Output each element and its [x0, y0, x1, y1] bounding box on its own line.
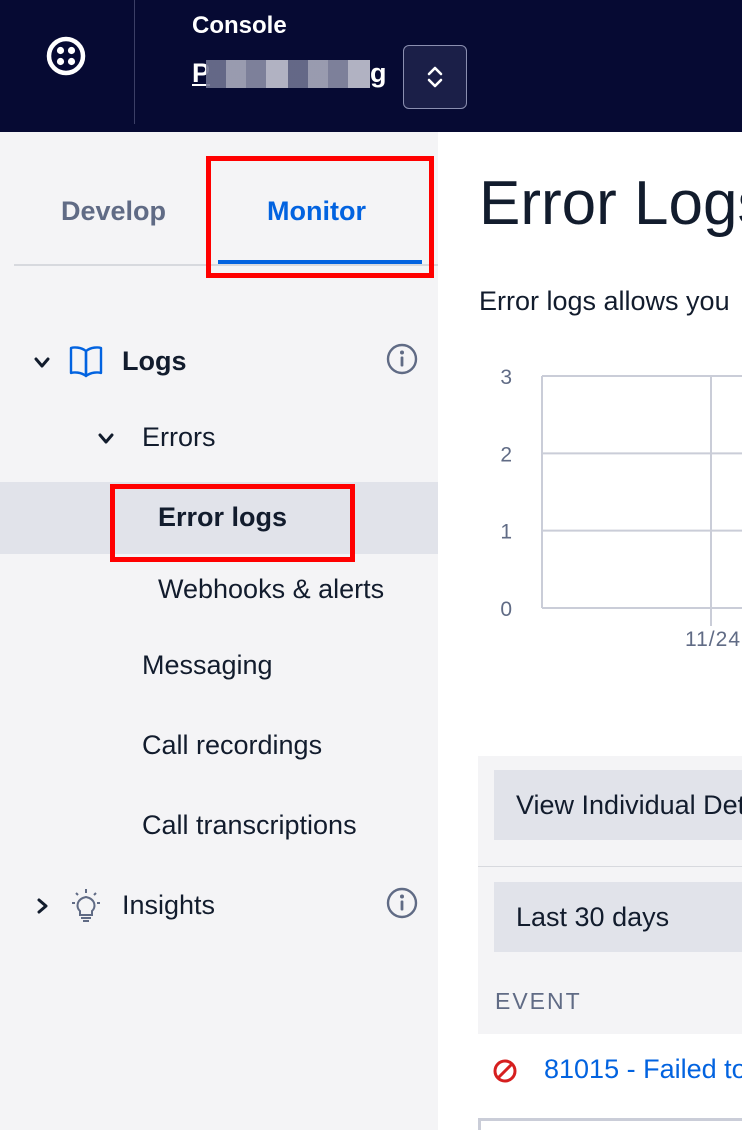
chart-x-axis: 11/24: [685, 628, 741, 651]
y-tick-label: 0: [500, 598, 512, 621]
y-tick-label: 1: [500, 521, 512, 544]
nav-call-transcriptions[interactable]: Call transcriptions: [142, 810, 357, 841]
twilio-logo-icon[interactable]: [46, 36, 86, 76]
nav-logs[interactable]: Logs: [122, 346, 187, 377]
account-name-end: g: [370, 58, 387, 88]
date-range-select[interactable]: Last 30 days: [494, 882, 742, 952]
error-count-chart: 0 1 2 3 11/24: [500, 366, 742, 651]
nav-webhooks-alerts[interactable]: Webhooks & alerts: [158, 574, 384, 605]
y-tick-label: 2: [500, 443, 512, 466]
nav-call-recordings[interactable]: Call recordings: [142, 730, 322, 761]
nav-messaging[interactable]: Messaging: [142, 650, 273, 681]
chevron-up-down-icon: [427, 66, 443, 88]
event-column-header[interactable]: EVENT: [495, 988, 582, 1015]
panel-divider: [478, 866, 742, 867]
nav-errors[interactable]: Errors: [142, 422, 216, 453]
book-icon: [69, 346, 103, 378]
annotation-box-error-logs: [110, 484, 355, 562]
tab-develop[interactable]: Develop: [61, 196, 166, 227]
table-row[interactable]: 81015 - Failed to: [478, 1034, 742, 1104]
info-icon[interactable]: [386, 343, 418, 375]
account-switcher-button[interactable]: [403, 45, 467, 109]
table-edge: [478, 1118, 742, 1130]
chevron-down-icon[interactable]: [33, 356, 51, 370]
lightbulb-icon: [72, 889, 100, 922]
topbar-divider: [134, 0, 135, 124]
filter-panel: View Individual Details Last 30 days EVE…: [478, 756, 742, 1034]
top-bar: Console P g: [0, 0, 742, 132]
redacted-account-name: [206, 60, 370, 88]
sidebar: Develop Monitor Logs Errors Error logs W…: [0, 132, 438, 1130]
chart-y-axis: 0 1 2 3: [500, 366, 512, 621]
page-title: Error Logs: [479, 169, 742, 238]
view-individual-details-button[interactable]: View Individual Details: [494, 770, 742, 840]
error-icon: [493, 1059, 517, 1083]
console-label: Console: [192, 12, 287, 39]
y-tick-label: 3: [500, 366, 512, 389]
event-link[interactable]: 81015 - Failed to: [544, 1054, 742, 1085]
page-description: Error logs allows you: [479, 286, 730, 316]
chevron-down-icon[interactable]: [97, 432, 115, 446]
chart-grid: [541, 375, 742, 626]
info-icon[interactable]: [386, 887, 418, 919]
x-tick-label: 11/24: [685, 628, 741, 651]
chevron-right-icon[interactable]: [36, 897, 50, 915]
annotation-box-monitor: [206, 156, 434, 278]
account-name[interactable]: P g: [192, 58, 388, 90]
nav-insights[interactable]: Insights: [122, 890, 215, 921]
